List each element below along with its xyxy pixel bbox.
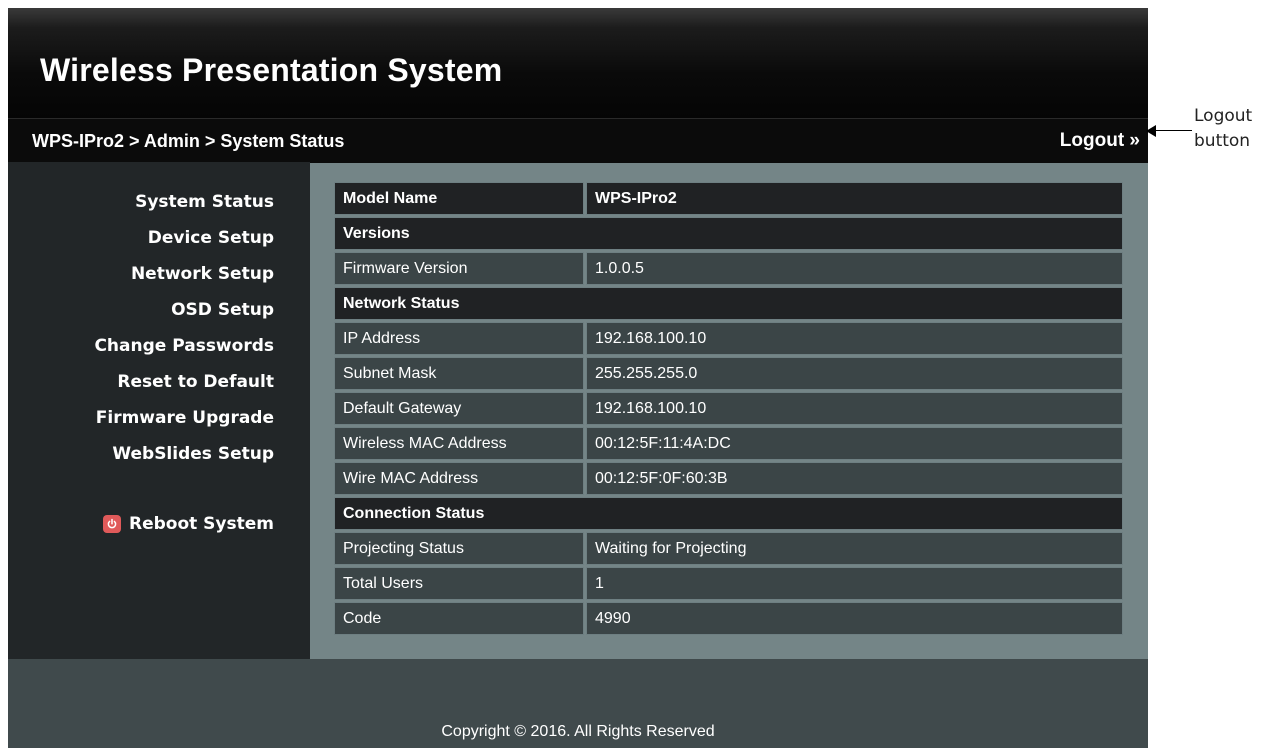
section-header-network-status: Network Status: [334, 287, 1123, 320]
table-row: Projecting Status Waiting for Projecting: [334, 532, 1123, 565]
sidebar: System Status Device Setup Network Setup…: [8, 162, 310, 659]
table-cell-value: 00:12:5F:11:4A:DC: [586, 427, 1123, 460]
table-row: Code 4990: [334, 602, 1123, 635]
table-row: IP Address 192.168.100.10: [334, 322, 1123, 355]
section-header-row: Network Status: [334, 287, 1123, 320]
sidebar-item-osd-setup[interactable]: OSD Setup: [171, 300, 274, 320]
table-cell-value: WPS-IPro2: [586, 182, 1123, 215]
reboot-system-label: Reboot System: [128, 514, 274, 534]
table-cell-value: 255.255.255.0: [586, 357, 1123, 390]
table-cell-value: 192.168.100.10: [586, 322, 1123, 355]
table-row: Wire MAC Address 00:12:5F:0F:60:3B: [334, 462, 1123, 495]
app-window: Wireless Presentation System WPS-IPro2 >…: [8, 8, 1148, 748]
callout-text: Logout button: [1194, 106, 1253, 151]
sidebar-item-webslides-setup[interactable]: WebSlides Setup: [112, 444, 274, 464]
sidebar-item-reset-to-default[interactable]: Reset to Default: [117, 372, 274, 392]
section-header-connection-status: Connection Status: [334, 497, 1123, 530]
table-cell-value: 4990: [586, 602, 1123, 635]
header: Wireless Presentation System: [8, 8, 1148, 118]
section-header-versions: Versions: [334, 217, 1123, 250]
power-icon: [102, 515, 121, 533]
table-row: Default Gateway 192.168.100.10: [334, 392, 1123, 425]
table-row: Total Users 1: [334, 567, 1123, 600]
table-cell-value: 1: [586, 567, 1123, 600]
app-title: Wireless Presentation System: [40, 52, 503, 88]
footer: Copyright © 2016. All Rights Reserved: [8, 659, 1148, 748]
table-cell-label: Code: [334, 602, 584, 635]
callout-line: [1150, 130, 1192, 131]
table-cell-label: Total Users: [334, 567, 584, 600]
sidebar-item-firmware-upgrade[interactable]: Firmware Upgrade: [96, 408, 274, 428]
table-row: Firmware Version 1.0.0.5: [334, 252, 1123, 285]
table-cell-label: Subnet Mask: [334, 357, 584, 390]
table-cell-label: Wire MAC Address: [334, 462, 584, 495]
callout-arrow-icon: [1146, 125, 1156, 137]
table-cell-label: Firmware Version: [334, 252, 584, 285]
sidebar-item-change-passwords[interactable]: Change Passwords: [94, 336, 274, 356]
table-cell-label: Model Name: [334, 182, 584, 215]
reboot-system-button[interactable]: Reboot System: [102, 514, 274, 534]
logout-button[interactable]: Logout »: [1060, 130, 1140, 152]
breadcrumb: WPS-IPro2 > Admin > System Status: [32, 131, 345, 151]
table-cell-label: Default Gateway: [334, 392, 584, 425]
table-cell-label: Wireless MAC Address: [334, 427, 584, 460]
sidebar-item-system-status[interactable]: System Status: [135, 192, 274, 212]
table-cell-label: Projecting Status: [334, 532, 584, 565]
logout-callout: Logout button: [1146, 106, 1268, 160]
section-header-row: Versions: [334, 217, 1123, 250]
breadcrumb-bar: WPS-IPro2 > Admin > System Status Logout…: [8, 118, 1148, 163]
table-row: Model Name WPS-IPro2: [334, 182, 1123, 215]
table-cell-value: 1.0.0.5: [586, 252, 1123, 285]
copyright-text: Copyright © 2016. All Rights Reserved: [441, 723, 715, 740]
table-cell-value: Waiting for Projecting: [586, 532, 1123, 565]
table-row: Subnet Mask 255.255.255.0: [334, 357, 1123, 390]
sidebar-item-network-setup[interactable]: Network Setup: [131, 264, 274, 284]
table-cell-value: 192.168.100.10: [586, 392, 1123, 425]
table-cell-label: IP Address: [334, 322, 584, 355]
table-cell-value: 00:12:5F:0F:60:3B: [586, 462, 1123, 495]
system-status-table: Model Name WPS-IPro2 Versions Firmware V…: [332, 180, 1125, 637]
sidebar-item-device-setup[interactable]: Device Setup: [148, 228, 274, 248]
section-header-row: Connection Status: [334, 497, 1123, 530]
table-row: Wireless MAC Address 00:12:5F:11:4A:DC: [334, 427, 1123, 460]
